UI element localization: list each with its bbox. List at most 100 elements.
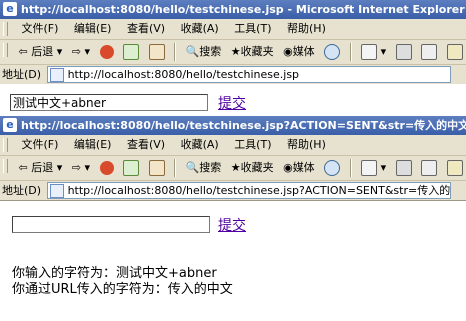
address-field[interactable]: http://localhost:8080/hello/testchinese.… [46,182,451,199]
print-button[interactable] [393,156,415,180]
refresh-button[interactable] [120,156,142,180]
toolbar-separator [349,43,352,61]
menu-bar: 文件(F) 编辑(E) 查看(V) 收藏(A) 工具(T) 帮助(H) [0,135,466,156]
address-label: 地址(D) [2,184,42,197]
stop-icon [99,45,114,59]
menu-tools[interactable]: 工具(T) [228,135,277,155]
toolbar: ⇦ 后退 ▾ ⇨ ▾ 🔍搜索 ★收藏夹 ◉媒体 ▾ [0,40,466,65]
discuss-icon [446,44,463,60]
result-line-input: 你输入的字符为：测试中文+abner [12,266,217,281]
page-content-1: 测试中文+abner 提交 [0,84,466,116]
window-title: http://localhost:8080/hello/testchinese.… [21,3,465,16]
grip-icon [3,159,8,173]
title-bar: e http://localhost:8080/hello/testchinese… [0,0,466,19]
text-input[interactable] [12,216,210,233]
menu-tools[interactable]: 工具(T) [228,19,277,39]
back-button[interactable]: ⇦ 后退 ▾ [16,156,66,180]
address-url: http://localhost:8080/hello/testchinese.… [67,68,300,81]
menu-help[interactable]: 帮助(H) [281,19,332,39]
forward-button[interactable]: ⇨ ▾ [69,40,93,64]
address-url: http://localhost:8080/hello/testchinese.… [67,184,451,197]
home-button[interactable] [146,156,168,180]
back-label: 后退 [31,45,54,58]
toolbar: ⇦ 后退 ▾ ⇨ ▾ 🔍搜索 ★收藏夹 ◉媒体 ▾ [0,156,466,181]
home-icon [148,160,165,176]
window-title: http://localhost:8080/hello/testchinese.… [21,119,466,132]
menu-help[interactable]: 帮助(H) [281,135,332,155]
address-field[interactable]: http://localhost:8080/hello/testchinese.… [46,66,451,83]
home-button[interactable] [146,40,168,64]
search-button[interactable]: 🔍搜索 [183,156,225,180]
toolbar-separator [174,43,176,61]
stop-icon [99,161,114,175]
menu-favorites[interactable]: 收藏(A) [175,19,225,39]
favorites-icon: ★ [230,45,241,58]
history-icon [324,44,341,60]
toolbar-separator [349,159,352,177]
address-label: 地址(D) [2,68,42,81]
forward-button[interactable]: ⇨ ▾ [69,156,93,180]
back-arrow-icon: ⇦ [18,45,28,58]
menu-bar: 文件(F) 编辑(E) 查看(V) 收藏(A) 工具(T) 帮助(H) [0,19,466,40]
edit-button[interactable] [418,156,440,180]
ie-icon: e [3,118,17,132]
page-icon [49,184,64,198]
back-label: 后退 [31,161,54,174]
forward-arrow-icon: ⇨ [71,45,81,58]
text-input[interactable]: 测试中文+abner [10,94,208,111]
media-button[interactable]: ◉媒体 [280,156,318,180]
menu-favorites[interactable]: 收藏(A) [175,135,225,155]
history-button[interactable] [321,156,343,180]
edit-icon [421,44,438,60]
address-bar: 地址(D) http://localhost:8080/hello/testch… [0,65,466,85]
search-label: 搜索 [199,45,222,58]
search-icon: 🔍 [185,45,200,58]
media-label: 媒体 [292,45,315,58]
stop-button[interactable] [97,40,117,64]
media-icon: ◉ [283,45,293,58]
discuss-button[interactable] [444,156,466,180]
submit-link[interactable]: 提交 [218,215,246,235]
search-icon: 🔍 [185,161,200,174]
grip-icon [3,138,8,152]
page-icon [49,68,64,82]
menu-view[interactable]: 查看(V) [121,19,171,39]
menu-edit[interactable]: 编辑(E) [68,19,118,39]
refresh-button[interactable] [120,40,142,64]
menu-file[interactable]: 文件(F) [16,19,65,39]
search-button[interactable]: 🔍搜索 [183,40,225,64]
refresh-icon [123,44,139,60]
refresh-icon [123,160,139,176]
stop-button[interactable] [97,156,117,180]
edit-icon [421,160,438,176]
menu-view[interactable]: 查看(V) [121,135,171,155]
page-content-2: 提交 你输入的字符为：测试中文+abner 你通过URL传入的字符为：传入的中文 [0,200,466,321]
title-bar: e http://localhost:8080/hello/testchinese… [0,116,466,135]
favorites-icon: ★ [230,161,241,174]
media-label: 媒体 [292,161,315,174]
submit-link[interactable]: 提交 [218,93,246,113]
mail-icon [361,160,378,176]
history-icon [324,160,341,176]
print-icon [395,44,412,60]
forward-arrow-icon: ⇨ [71,161,81,174]
back-button[interactable]: ⇦ 后退 ▾ [16,40,66,64]
print-icon [395,160,412,176]
favorites-button[interactable]: ★收藏夹 [228,156,277,180]
print-button[interactable] [393,40,415,64]
discuss-button[interactable] [444,40,466,64]
back-arrow-icon: ⇦ [18,161,28,174]
address-bar: 地址(D) http://localhost:8080/hello/testch… [0,181,466,201]
menu-file[interactable]: 文件(F) [16,135,65,155]
menu-edit[interactable]: 编辑(E) [68,135,118,155]
media-button[interactable]: ◉媒体 [280,40,318,64]
browser-window-1: e http://localhost:8080/hello/testchinese… [0,0,466,85]
result-line-url: 你通过URL传入的字符为：传入的中文 [12,282,233,297]
mail-button[interactable]: ▾ [358,40,389,64]
history-button[interactable] [321,40,343,64]
edit-button[interactable] [418,40,440,64]
mail-button[interactable]: ▾ [358,156,389,180]
ie-icon: e [3,2,17,16]
favorites-button[interactable]: ★收藏夹 [228,40,277,64]
mail-icon [361,44,378,60]
